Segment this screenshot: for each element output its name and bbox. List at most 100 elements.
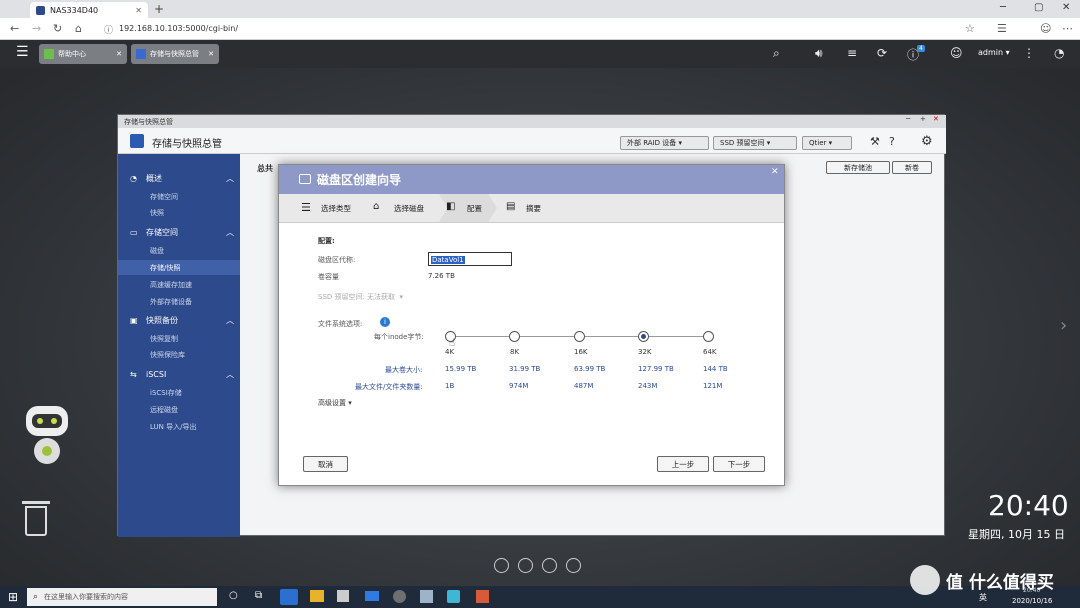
dock-app-icon[interactable]	[542, 558, 557, 573]
forward-icon[interactable]: →	[32, 22, 41, 35]
assistant-robot-icon[interactable]	[18, 406, 76, 476]
sidebar-section-overview[interactable]: ◔ 概述 ︿	[118, 170, 240, 186]
user-icon[interactable]: ☺	[950, 46, 963, 60]
cancel-button[interactable]: 取消	[303, 456, 348, 472]
tools-icon[interactable]: ⚒	[870, 135, 880, 148]
cortana-icon[interactable]: ○	[229, 590, 238, 601]
tab-close-icon[interactable]: ✕	[116, 50, 122, 58]
mail-icon[interactable]	[365, 591, 379, 601]
dashboard-icon[interactable]: ◔	[1054, 46, 1064, 60]
sidebar-item-label: 高速缓存加速	[150, 280, 192, 289]
sidebar-item[interactable]: iSCSI存储	[118, 385, 240, 400]
url-field[interactable]: 192.168.10.103:5000/cgi-bin/	[119, 24, 238, 33]
reload-icon[interactable]: ↻	[53, 22, 62, 35]
favorites-icon[interactable]: ☰	[997, 22, 1007, 35]
dialog-close-icon[interactable]: ✕	[771, 167, 779, 177]
sidebar-item-active[interactable]: 存储/快照	[118, 260, 240, 275]
maximize-icon[interactable]: ▢	[1034, 2, 1043, 13]
taskbar-app-icon[interactable]	[476, 590, 489, 603]
tab-close-icon[interactable]: ✕	[208, 50, 214, 58]
more-menu-icon[interactable]: ⋯	[1062, 22, 1073, 35]
sidebar-section-iscsi[interactable]: ⇆ iSCSI ︿	[118, 366, 240, 382]
alias-input[interactable]: DataVol1	[428, 252, 512, 266]
sidebar-item[interactable]: 快照保险库	[118, 347, 240, 362]
advanced-settings-toggle[interactable]: 高级设置 ▾	[318, 398, 352, 408]
taskbar-search-box[interactable]: ⌕ 在这里输入你要搜索的内容	[27, 588, 217, 606]
trash-icon[interactable]	[22, 498, 50, 538]
qtier-button[interactable]: Qtier ▾	[802, 136, 852, 150]
inode-option-8k[interactable]	[509, 331, 520, 342]
new-volume-button[interactable]: 新卷	[892, 161, 932, 174]
task-view-icon[interactable]: ⧉	[255, 590, 262, 601]
main-menu-icon[interactable]: ☰	[16, 44, 29, 60]
back-icon[interactable]: ←	[10, 22, 19, 35]
dock-app-icon[interactable]	[494, 558, 509, 573]
max-volume-label: 最大卷大小:	[385, 366, 423, 374]
info-icon[interactable]: ⓘ	[104, 23, 113, 36]
info-icon[interactable]: i	[380, 317, 390, 327]
minimize-icon[interactable]: ─	[1000, 2, 1006, 13]
button-label: SSD 预留空间	[720, 139, 765, 147]
sidebar-item[interactable]: LUN 导入/导出	[118, 419, 240, 434]
user-menu[interactable]: admin ▾	[978, 48, 1010, 57]
previous-button[interactable]: 上一步	[657, 456, 709, 472]
taskbar-date[interactable]: 2020/10/16	[1012, 597, 1052, 605]
bookmark-star-icon[interactable]: ☆	[965, 22, 975, 35]
sidebar-item[interactable]: 存储空间	[118, 189, 240, 204]
dock-app-icon[interactable]	[518, 558, 533, 573]
inode-option-16k[interactable]	[574, 331, 585, 342]
inode-option-64k[interactable]	[703, 331, 714, 342]
qts-tab-storage[interactable]: 存储与快照总管 ✕	[131, 44, 219, 64]
sidebar-item[interactable]: 快照	[118, 205, 240, 220]
window-maximize-icon[interactable]: +	[920, 115, 926, 123]
sidebar-section-storage[interactable]: ▭ 存储空间 ︿	[118, 224, 240, 240]
settings-gear-icon[interactable]: ⚙	[921, 134, 933, 149]
qts-tab-label: 帮助中心	[58, 50, 86, 58]
ssd-overprovision-button[interactable]: SSD 预留空间 ▾	[713, 136, 797, 150]
close-window-icon[interactable]: ✕	[1062, 2, 1070, 13]
app-icon[interactable]	[447, 590, 460, 603]
app-logo-icon	[130, 134, 144, 148]
volume-icon[interactable]: 🔊︎	[815, 46, 823, 61]
inode-size: 32K	[638, 348, 652, 356]
help-icon[interactable]: ?	[889, 135, 895, 148]
sidebar-item-label: 存储空间	[150, 192, 178, 201]
windows-start-icon[interactable]: ⊞	[8, 590, 18, 604]
new-storage-pool-button[interactable]: 新存储池	[826, 161, 890, 174]
dock-app-icon[interactable]	[566, 558, 581, 573]
tasks-icon[interactable]: ≡	[847, 46, 857, 60]
alias-label: 磁盘区代称:	[318, 256, 356, 264]
next-page-icon[interactable]: ›	[1060, 315, 1067, 336]
max-volume-value: 31.99 TB	[509, 365, 541, 373]
sidebar-section-snapshot-backup[interactable]: ▣ 快照备份 ︿	[118, 312, 240, 328]
sync-icon[interactable]: ⟳	[877, 46, 887, 60]
app-icon[interactable]	[420, 590, 433, 603]
next-button[interactable]: 下一步	[713, 456, 765, 472]
qts-tab-help[interactable]: 帮助中心 ✕	[39, 44, 127, 64]
edge-browser-icon[interactable]	[280, 589, 298, 605]
button-label: 上一步	[671, 459, 695, 469]
wizard-step: 选择类型	[321, 204, 351, 213]
store-icon[interactable]	[337, 590, 349, 602]
home-icon[interactable]: ⌂	[75, 22, 82, 35]
inode-option-32k[interactable]	[638, 331, 649, 342]
app-icon[interactable]	[393, 590, 406, 603]
file-explorer-icon[interactable]	[310, 590, 324, 602]
sidebar-item[interactable]: 磁盘	[118, 243, 240, 258]
external-raid-button[interactable]: 外部 RAID 设备 ▾	[620, 136, 709, 150]
more-options-icon[interactable]: ⋮	[1023, 46, 1035, 60]
window-close-icon[interactable]: ✕	[933, 115, 939, 123]
new-tab-button[interactable]: +	[154, 2, 164, 16]
profile-icon[interactable]: ☺	[1040, 22, 1051, 35]
tab-close-icon[interactable]: ✕	[135, 6, 142, 15]
search-icon[interactable]: ⌕	[773, 46, 780, 61]
sidebar-item[interactable]: 外部存储设备	[118, 294, 240, 309]
browser-tab[interactable]: NAS334D40 ✕	[30, 2, 148, 18]
chevron-up-icon: ︿	[226, 227, 234, 237]
sidebar-item[interactable]: 远程磁盘	[118, 402, 240, 417]
sidebar-item[interactable]: 快照复制	[118, 331, 240, 346]
window-minimize-icon[interactable]: ─	[906, 115, 910, 123]
iscsi-icon: ⇆	[130, 369, 137, 379]
sidebar-item[interactable]: 高速缓存加速	[118, 277, 240, 292]
chevron-up-icon: ︿	[226, 315, 234, 325]
